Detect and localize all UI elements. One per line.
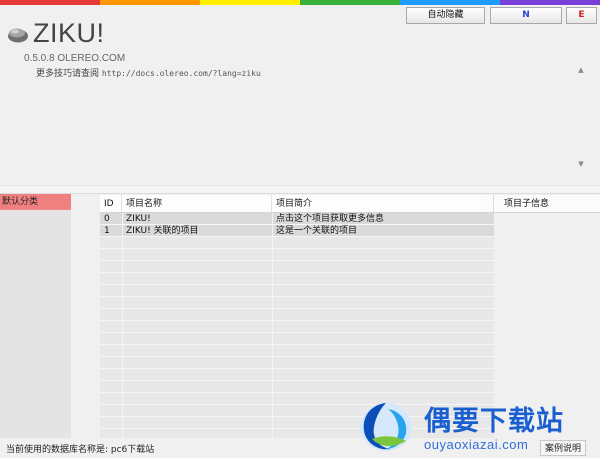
empty-table-row [100,237,494,249]
rainbow-yellow [200,0,300,5]
subinfo-title: 项目子信息 [504,199,550,209]
table-row[interactable]: 0 ZIKU! 点击这个项目获取更多信息 [100,213,494,225]
row-id: 1 [104,226,110,236]
empty-table-row [100,297,494,309]
table-header: ID 项目名称 项目简介 [100,195,494,213]
row-name: ZIKU! 关联的项目 [126,226,199,236]
info-link[interactable]: http://docs.olereo.com/?lang=ziku [102,69,261,78]
rainbow-green [300,0,400,5]
empty-table-row [100,285,494,297]
row-desc: 点击这个项目获取更多信息 [276,214,385,224]
app-title: ZIKU! [33,18,105,48]
info-text: 更多技巧请查阅 http://docs.olereo.com/?lang=zik… [36,66,261,79]
header-name[interactable]: 项目名称 [122,195,272,213]
rainbow-purple [500,0,600,5]
watermark-title: 偶要下载站 [424,406,564,437]
empty-table-row [100,345,494,357]
row-desc: 这是一个关联的项目 [276,226,358,236]
category-panel: 默认分类 [0,194,71,438]
watermark-logo-icon [360,403,412,451]
scroll-up-icon[interactable]: ▲ [575,66,587,74]
rainbow-red [0,0,100,5]
n-button[interactable]: N [490,7,562,24]
empty-table-row [100,249,494,261]
column-gridline [122,213,123,438]
category-item-default[interactable]: 默认分类 [0,194,71,210]
empty-table-row [100,309,494,321]
e-button[interactable]: E [566,7,597,24]
info-panel: 更多技巧请查阅 http://docs.olereo.com/?lang=zik… [20,64,587,170]
table-row[interactable]: 1 ZIKU! 关联的项目 这是一个关联的项目 [100,225,494,237]
empty-table-row [100,333,494,345]
scroll-down-icon[interactable]: ▼ [575,160,587,168]
empty-table-row [100,261,494,273]
rainbow-blue [400,0,500,5]
empty-table-row [100,273,494,285]
empty-table-row [100,321,494,333]
column-gridline [272,213,273,438]
empty-table-row [100,357,494,369]
info-scrollbar[interactable]: ▲ ▼ [575,64,587,170]
rainbow-bar [0,0,600,5]
row-name: ZIKU! [126,214,151,224]
header-spacer [479,195,494,213]
header-desc[interactable]: 项目简介 [272,195,494,213]
watermark-url: ouyaoxiazai.com [424,437,529,452]
rainbow-orange [100,0,200,5]
auto-hide-button[interactable]: 自动隐藏 [406,7,485,24]
empty-table-row [100,369,494,381]
watermark: 偶要下载站 ouyaoxiazai.com [352,393,600,458]
panel-divider[interactable] [0,185,600,194]
row-id: 0 [104,214,110,224]
app-version: 0.5.0.8 OLEREO.COM [24,53,126,64]
empty-table-row [100,381,494,393]
header-id[interactable]: ID [100,195,122,213]
info-prefix: 更多技巧请查阅 [36,69,102,79]
stone-logo-icon [8,28,28,43]
status-text: 当前使用的数据库名称是: pc6下载站 [6,445,155,455]
subinfo-header: 项目子信息 [479,195,600,213]
